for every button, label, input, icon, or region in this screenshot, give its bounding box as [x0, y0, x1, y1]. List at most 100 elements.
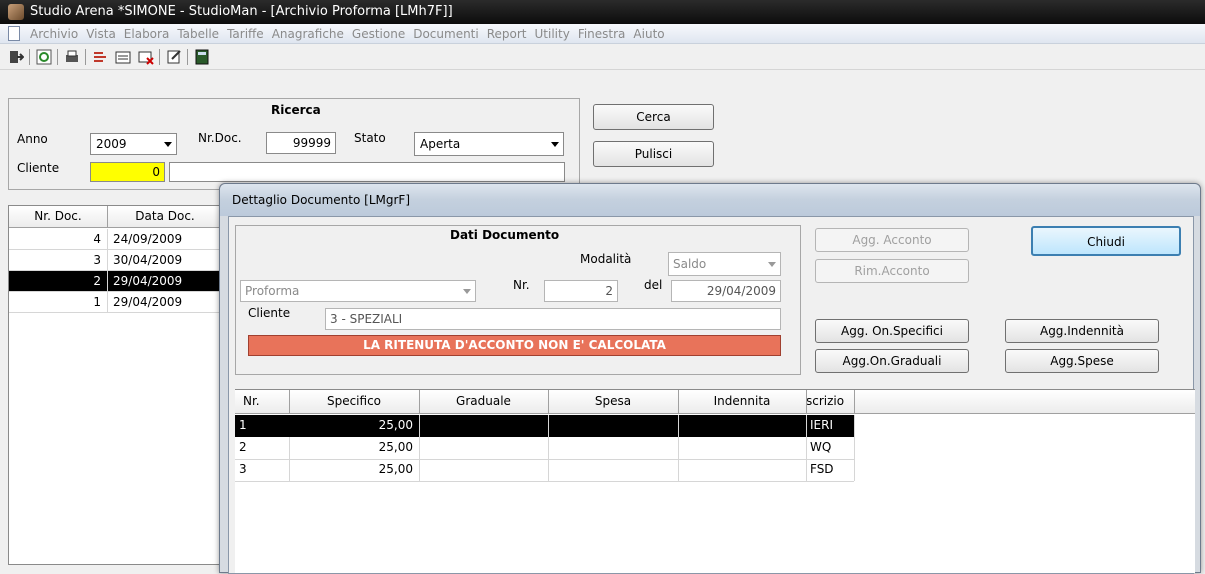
row-spesa [548, 415, 674, 436]
agg-indennita-button[interactable]: Agg.Indennità [1005, 319, 1159, 343]
refresh-icon[interactable] [34, 47, 54, 67]
agg-acconto-button[interactable]: Agg. Acconto [815, 228, 969, 252]
menu-anagrafiche[interactable]: Anagrafiche [268, 24, 348, 44]
row-spesa [548, 437, 674, 458]
row-nr: 2 [93, 274, 101, 288]
ritenuta-warning: LA RITENUTA D'ACCONTO NON E' CALCOLATA [248, 335, 781, 356]
grid-row-selected[interactable]: 1 25,00 IERI [235, 415, 854, 437]
pulisci-button[interactable]: Pulisci [593, 141, 714, 167]
toolbar [0, 44, 1205, 70]
dialog-body: Dati Documento Modalità Saldo Proforma N… [228, 216, 1195, 574]
chevron-down-icon [164, 142, 172, 147]
menu-tabelle[interactable]: Tabelle [173, 24, 223, 44]
grid-header: Nr. Specifico Graduale Spesa Indennita s… [235, 390, 1195, 414]
chevron-down-icon [768, 262, 776, 267]
row-data: 24/09/2009 [113, 232, 183, 246]
column-header-spesa[interactable]: Spesa [548, 391, 678, 412]
row-nr: 3 [239, 462, 247, 476]
rim-acconto-button[interactable]: Rim.Acconto [815, 259, 969, 283]
stato-label: Stato [354, 131, 386, 145]
column-header-nrdoc[interactable]: Nr. Doc. [9, 206, 107, 227]
menu-report[interactable]: Report [483, 24, 531, 44]
row-indennita [678, 459, 802, 480]
data-input[interactable]: 29/04/2009 [671, 280, 781, 302]
row-specifico: 25,00 [378, 418, 413, 432]
search-title: Ricerca [271, 103, 321, 117]
row-nr: 1 [93, 295, 101, 309]
list-row[interactable]: 3 30/04/2009 [9, 250, 221, 271]
anno-select[interactable]: 2009 [90, 133, 177, 155]
document-icon[interactable] [8, 26, 20, 41]
agg-on-specifici-button[interactable]: Agg. On.Specifici [815, 319, 969, 343]
nr-input[interactable]: 2 [544, 280, 618, 302]
menu-finestra[interactable]: Finestra [574, 24, 630, 44]
edit-record-icon[interactable] [113, 47, 133, 67]
modalita-label: Modalità [580, 252, 632, 266]
column-header-datadoc[interactable]: Data Doc. [107, 206, 223, 227]
row-graduale [419, 415, 544, 436]
grid-row[interactable]: 3 25,00 FSD [235, 459, 854, 481]
exit-icon[interactable] [6, 47, 26, 67]
nrdoc-label: Nr.Doc. [198, 131, 242, 145]
row-nr: 2 [239, 440, 247, 454]
list-row-selected[interactable]: 2 29/04/2009 [9, 271, 221, 292]
row-data: 29/04/2009 [113, 295, 183, 309]
agg-spese-button[interactable]: Agg.Spese [1005, 349, 1159, 373]
row-specifico: 25,00 [378, 440, 413, 454]
stato-value: Aperta [420, 137, 461, 151]
menu-aiuto[interactable]: Aiuto [629, 24, 668, 44]
window-title-bar: Studio Arena *SIMONE - StudioMan - [Arch… [0, 0, 1205, 24]
row-spesa [548, 459, 674, 480]
anno-label: Anno [17, 132, 48, 146]
row-descrizione: FSD [810, 462, 834, 476]
menu-utility[interactable]: Utility [531, 24, 574, 44]
agg-on-graduali-button[interactable]: Agg.On.Graduali [815, 349, 969, 373]
nr-label: Nr. [513, 278, 530, 292]
list-row[interactable]: 4 24/09/2009 [9, 229, 221, 250]
menu-archivio[interactable]: Archivio [26, 24, 82, 44]
print-icon[interactable] [62, 47, 82, 67]
cliente-name-input[interactable] [169, 162, 565, 182]
window-title: Studio Arena *SIMONE - StudioMan - [Arch… [30, 4, 453, 19]
menu-tariffe[interactable]: Tariffe [223, 24, 268, 44]
column-header-nr[interactable]: Nr. [235, 391, 289, 412]
cliente-label: Cliente [17, 161, 60, 175]
modalita-value: Saldo [673, 257, 707, 271]
menu-elabora[interactable]: Elabora [120, 24, 174, 44]
row-graduale [419, 459, 544, 480]
dialog-title: Dettaglio Documento [LMgrF] [232, 193, 411, 207]
tipo-documento-value: Proforma [245, 284, 300, 298]
row-nr: 4 [93, 232, 101, 246]
column-header-graduale[interactable]: Graduale [419, 391, 548, 412]
notes-icon[interactable] [164, 47, 184, 67]
nrdoc-input[interactable]: 99999 [266, 132, 336, 154]
del-label: del [644, 278, 663, 292]
modalita-select[interactable]: Saldo [668, 252, 781, 276]
column-header-indennita[interactable]: Indennita [678, 391, 806, 412]
grid-row[interactable]: 2 25,00 WQ [235, 437, 854, 459]
row-indennita [678, 437, 802, 458]
chiudi-button[interactable]: Chiudi [1031, 226, 1181, 256]
delete-record-icon[interactable] [136, 47, 156, 67]
cliente-input[interactable]: 3 - SPEZIALI [325, 308, 781, 330]
search-panel: Ricerca Anno 2009 Nr.Doc. 99999 Stato Ap… [8, 98, 580, 190]
stato-select[interactable]: Aperta [414, 132, 564, 156]
menu-documenti[interactable]: Documenti [409, 24, 483, 44]
calculator-icon[interactable] [192, 47, 212, 67]
list-row[interactable]: 1 29/04/2009 [9, 292, 221, 313]
anno-value: 2009 [96, 137, 127, 151]
row-data: 30/04/2009 [113, 253, 183, 267]
cliente-code-input[interactable]: 0 [90, 162, 165, 182]
menu-vista[interactable]: Vista [82, 24, 120, 44]
menu-gestione[interactable]: Gestione [348, 24, 409, 44]
column-header-specifico[interactable]: Specifico [289, 391, 419, 412]
cerca-button[interactable]: Cerca [593, 104, 714, 130]
insert-icon[interactable] [90, 47, 110, 67]
row-specifico: 25,00 [378, 462, 413, 476]
dialog-title-bar[interactable]: Dettaglio Documento [LMgrF] [220, 184, 1200, 216]
tipo-documento-select[interactable]: Proforma [240, 280, 476, 302]
column-header-descrizione[interactable]: scrizio [806, 391, 854, 412]
documents-list: Nr. Doc. Data Doc. 4 24/09/2009 3 30/04/… [8, 205, 223, 565]
chevron-down-icon [551, 142, 559, 147]
app-icon [8, 4, 24, 20]
